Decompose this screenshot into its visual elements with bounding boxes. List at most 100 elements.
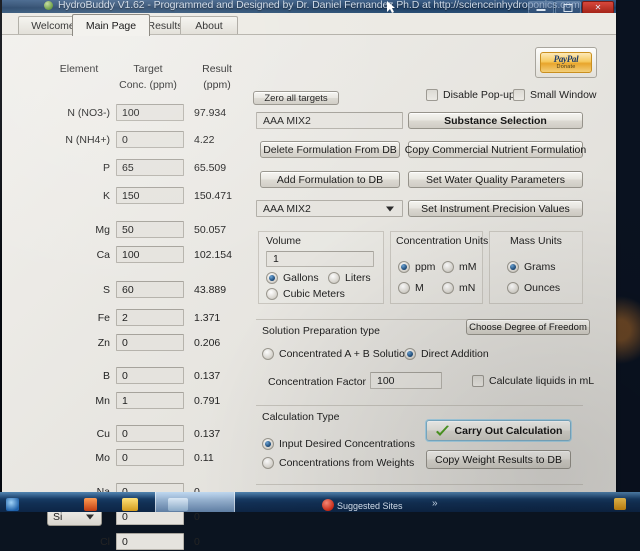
volume-input[interactable]: 1 [266,251,374,267]
button-label: Delete Formulation From DB [263,143,397,156]
button-label: Zero all targets [264,92,328,104]
element-label: Zn [97,337,110,349]
result-value: 0.791 [194,394,221,407]
delete-formulation-button[interactable]: Delete Formulation From DB [260,141,400,158]
calculation-type-title: Calculation Type [262,411,340,423]
radio-label: Gallons [283,272,319,284]
target-input[interactable]: 2 [116,309,184,326]
element-label: Mn [95,395,110,407]
volume-option-liters[interactable]: Liters [328,272,371,284]
result-value: 43.889 [194,283,227,296]
start-orb-icon[interactable] [6,498,19,511]
element-label: Ca [96,249,110,261]
taskbar-app-icon[interactable] [84,498,97,511]
title-bar: HydroBuddy V1.62 - Programmed and Design… [2,0,616,13]
target-input[interactable]: 0 [116,533,184,550]
radio-label: ppm [415,261,436,273]
conc-unit-m[interactable]: M [398,282,424,294]
element-label: B [102,370,110,382]
overflow-chevron-icon[interactable]: » [432,498,438,509]
element-label: Mo [95,452,110,464]
paypal-donate-button[interactable]: PayPal Donate [535,47,597,78]
paypal-badge: PayPal Donate [540,52,592,73]
disable-popups-checkbox[interactable]: Disable Pop-ups [426,89,520,101]
zero-all-targets-button[interactable]: Zero all targets [253,91,339,105]
element-selector-value: Si [53,510,63,523]
column-header-element: Element [59,63,99,75]
radio-button [398,282,410,294]
target-input[interactable]: 1 [116,392,184,409]
target-input[interactable]: 0 [116,449,184,466]
bottom-divider [256,484,583,485]
copy-commercial-formulation-button[interactable]: Copy Commercial Nutrient Formulation [405,141,586,158]
suggested-sites-label[interactable]: Suggested Sites [337,501,403,511]
mass-unit-grams[interactable]: Grams [507,261,556,273]
radio-button [328,272,340,284]
prep-option-concentrated-ab[interactable]: Concentrated A + B Solutions [262,348,416,360]
copy-weight-results-button[interactable]: Copy Weight Results to DB [426,450,571,469]
tab-main-page[interactable]: Main Page [72,14,150,36]
minimize-button[interactable] [528,1,554,13]
target-input[interactable]: 100 [116,246,184,263]
target-input[interactable]: 65 [116,159,184,176]
conc-unit-ppm[interactable]: ppm [398,261,435,273]
button-label: Add Formulation to DB [276,173,384,186]
target-input[interactable]: 50 [116,221,184,238]
paypal-logo: PayPal [553,54,579,64]
volume-option-cubic-meters[interactable]: Cubic Meters [266,288,345,300]
close-icon: ✕ [594,2,602,12]
calculate-liquids-checkbox[interactable]: Calculate liquids in mL [472,375,594,387]
radio-label: Ounces [524,282,561,294]
volume-value: 1 [273,253,279,265]
mass-unit-ounces[interactable]: Ounces [507,282,560,294]
target-input[interactable]: 100 [116,104,184,121]
button-label: Copy Weight Results to DB [434,453,563,466]
maximize-button[interactable] [555,1,581,13]
radio-button [266,272,278,284]
target-input[interactable]: 0 [116,131,184,148]
target-input[interactable]: 150 [116,187,184,204]
prep-option-direct-addition[interactable]: Direct Addition [404,348,489,360]
close-button[interactable]: ✕ [582,1,614,13]
concentration-factor-input[interactable]: 100 [370,372,442,389]
taskbar-folder-icon[interactable] [122,498,138,511]
carry-out-calculation-button[interactable]: Carry Out Calculation [426,420,571,441]
table-row: B 0 0.137 [2,367,248,385]
tab-label: Results [147,20,183,32]
conc-unit-mn[interactable]: mN [442,282,475,294]
taskbar-active-task[interactable] [155,492,235,512]
substance-selection-button[interactable]: Substance Selection [408,112,583,129]
conc-unit-mm[interactable]: mM [442,261,477,273]
radio-label: mN [459,282,476,294]
element-table: Element Target Conc. (ppm) Result (ppm) … [2,35,248,550]
formulation-select-value: AAA MIX2 [263,202,311,215]
calc-option-from-weights[interactable]: Concentrations from Weights [262,457,414,469]
check-icon [435,425,450,438]
set-instrument-precision-button[interactable]: Set Instrument Precision Values [408,200,583,217]
tray-icon[interactable] [614,498,626,510]
radio-button [442,261,454,273]
target-input[interactable]: 0 [116,425,184,442]
choose-degree-of-freedom-button[interactable]: Choose Degree of Freedom [466,319,590,335]
formulation-select-dropdown[interactable]: AAA MIX2 [256,200,403,217]
radio-button [262,438,274,450]
button-label: Substance Selection [444,114,547,127]
chevron-down-icon [86,514,94,519]
target-input[interactable]: 0 [116,334,184,351]
element-label: P [102,162,110,174]
volume-option-gallons[interactable]: Gallons [266,272,319,284]
target-input[interactable]: 60 [116,281,184,298]
table-row: Mo 0 0.11 [2,449,248,467]
formulation-name-input[interactable]: AAA MIX2 [256,112,403,129]
small-window-checkbox[interactable]: Small Window [513,89,597,101]
set-water-quality-button[interactable]: Set Water Quality Parameters [408,171,583,188]
calc-option-input-desired[interactable]: Input Desired Concentrations [262,438,415,450]
target-input[interactable]: 0 [116,367,184,384]
add-formulation-button[interactable]: Add Formulation to DB [260,171,400,188]
result-value: 97.934 [194,106,227,119]
tab-about[interactable]: About [180,16,238,35]
window-title: HydroBuddy V1.62 - Programmed and Design… [58,0,580,11]
radio-label: Concentrated A + B Solutions [279,348,416,360]
result-value: 150.471 [194,189,232,202]
radio-button [442,282,454,294]
